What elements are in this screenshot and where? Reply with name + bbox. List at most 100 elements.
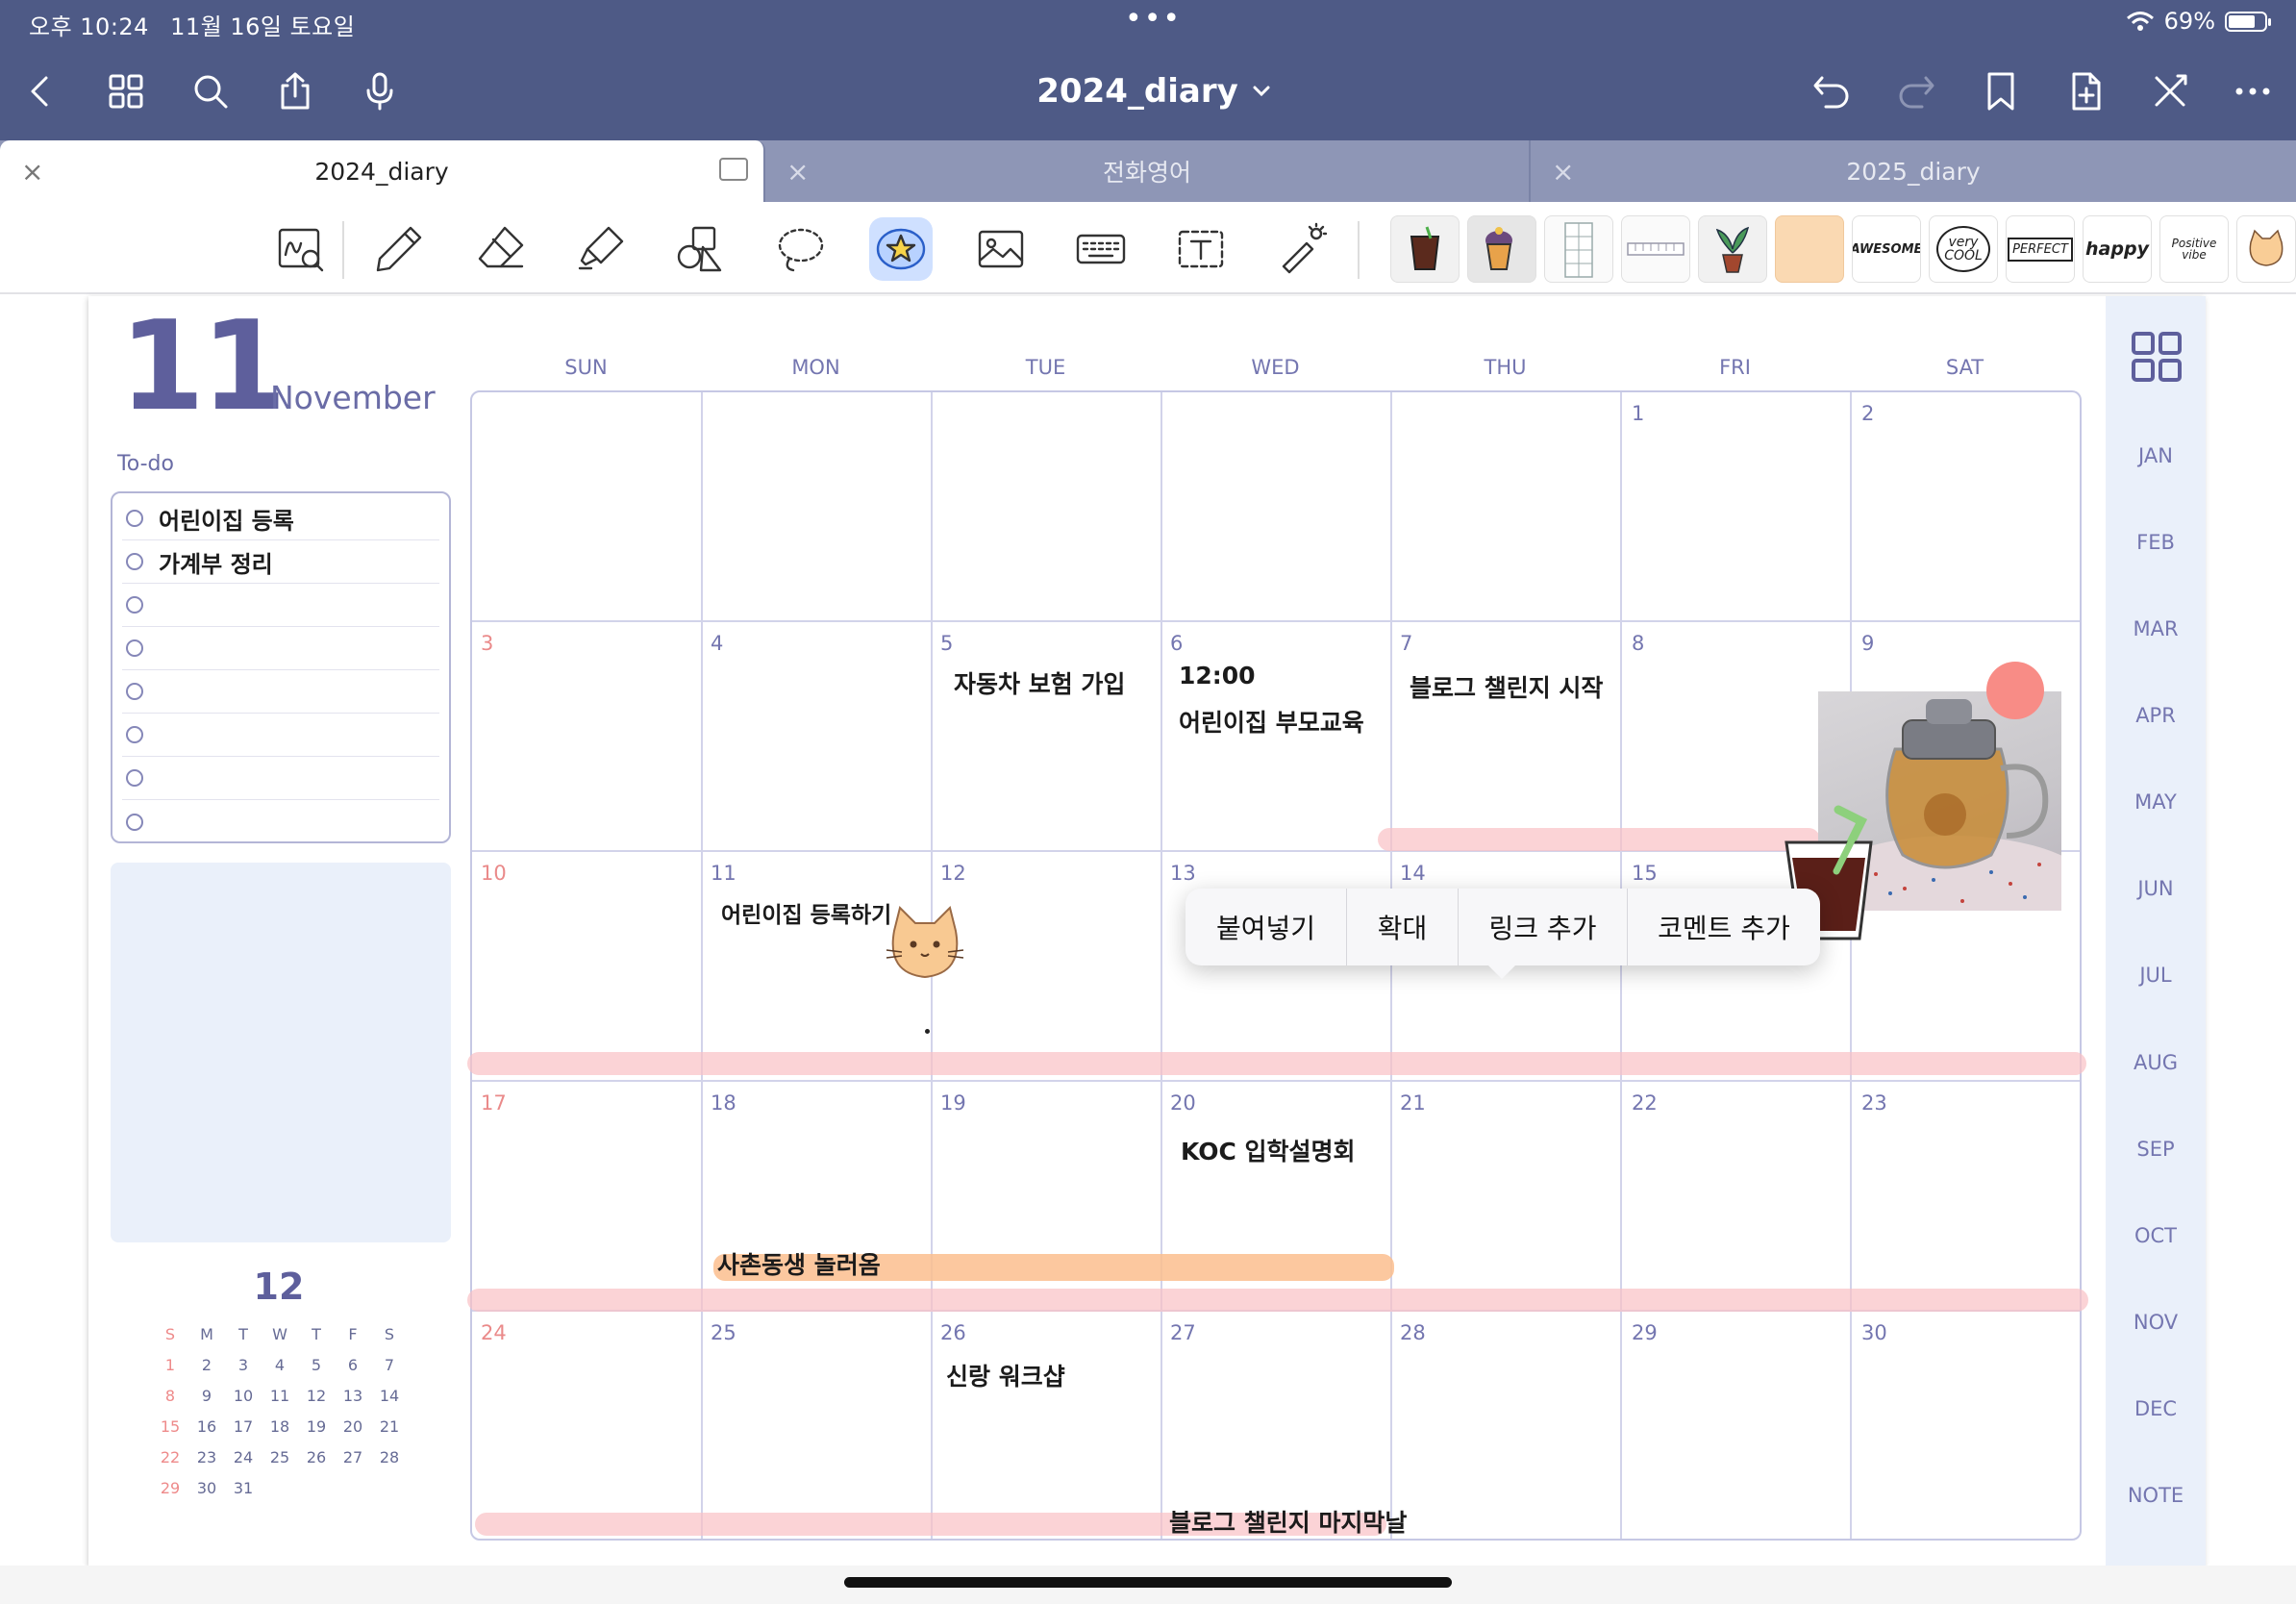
close-icon[interactable]: ×: [21, 156, 43, 188]
overview-grid-icon[interactable]: [2131, 331, 2183, 383]
text-tool-icon[interactable]: [1169, 217, 1233, 281]
todo-item[interactable]: [122, 757, 439, 800]
multitask-dots[interactable]: •••: [1125, 2, 1182, 36]
date-nov-15[interactable]: 15: [1632, 862, 1658, 885]
mini-date[interactable]: 13: [335, 1387, 371, 1417]
tab-2025-diary[interactable]: × 2025_diary: [1531, 140, 2296, 202]
date-nov-28[interactable]: 28: [1400, 1321, 1426, 1344]
month-tab-jul[interactable]: JUL: [2106, 964, 2206, 987]
date-nov-20[interactable]: 20: [1170, 1091, 1196, 1115]
date-nov-8[interactable]: 8: [1632, 632, 1644, 655]
date-nov-4[interactable]: 4: [711, 632, 723, 655]
pen-tool-icon[interactable]: [367, 217, 431, 281]
date-nov-27[interactable]: 27: [1170, 1321, 1196, 1344]
mini-date[interactable]: 1: [152, 1356, 188, 1387]
checkbox-circle-icon[interactable]: [126, 813, 143, 831]
mini-date[interactable]: 30: [188, 1479, 225, 1510]
sticker-awesome[interactable]: AWESOME: [1852, 215, 1921, 283]
sticker-grid-note[interactable]: [1544, 215, 1613, 283]
date-nov-1[interactable]: 1: [1632, 402, 1644, 425]
todo-item[interactable]: [122, 714, 439, 757]
checkbox-circle-icon[interactable]: [126, 769, 143, 787]
month-tab-may[interactable]: MAY: [2106, 790, 2206, 814]
month-calendar-grid[interactable]: [470, 390, 2082, 1541]
close-icon[interactable]: ×: [1552, 156, 1574, 188]
date-nov-2[interactable]: 2: [1861, 402, 1874, 425]
date-nov-19[interactable]: 19: [940, 1091, 966, 1115]
date-nov-3[interactable]: 3: [481, 632, 493, 655]
grid-icon[interactable]: [102, 67, 150, 115]
sticker-positive-vibe[interactable]: Positive vibe: [2159, 215, 2229, 283]
sticker-potted-plant[interactable]: [1698, 215, 1767, 283]
mini-date[interactable]: 11: [262, 1387, 298, 1417]
mini-date[interactable]: 5: [298, 1356, 335, 1387]
mini-date[interactable]: 22: [152, 1448, 188, 1479]
mini-date[interactable]: 16: [188, 1417, 225, 1448]
checkbox-circle-icon[interactable]: [126, 510, 143, 527]
date-nov-30[interactable]: 30: [1861, 1321, 1887, 1344]
checkbox-circle-icon[interactable]: [126, 683, 143, 700]
redo-icon[interactable]: [1892, 67, 1940, 115]
date-nov-13[interactable]: 13: [1170, 862, 1196, 885]
laser-pointer-tool-icon[interactable]: [1269, 217, 1333, 281]
sticker-iced-coffee[interactable]: [1390, 215, 1460, 283]
todo-item[interactable]: [122, 670, 439, 714]
month-tab-sep[interactable]: SEP: [2106, 1138, 2206, 1161]
mini-date[interactable]: 24: [225, 1448, 262, 1479]
shapes-tool-icon[interactable]: [669, 217, 733, 281]
mini-date[interactable]: 15: [152, 1417, 188, 1448]
date-nov-29[interactable]: 29: [1632, 1321, 1658, 1344]
checkbox-circle-icon[interactable]: [126, 639, 143, 657]
sticker-cupcake[interactable]: [1467, 215, 1536, 283]
date-nov-22[interactable]: 22: [1632, 1091, 1658, 1115]
mini-date[interactable]: 26: [298, 1448, 335, 1479]
todo-item[interactable]: 어린이집 등록: [122, 497, 439, 540]
close-icon[interactable]: ×: [786, 156, 809, 188]
month-tab-apr[interactable]: APR: [2106, 704, 2206, 727]
mini-date[interactable]: 2: [188, 1356, 225, 1387]
handwriting-zoom-tool-icon[interactable]: [269, 217, 333, 281]
month-tab-jun[interactable]: JUN: [2106, 877, 2206, 900]
date-nov-23[interactable]: 23: [1861, 1091, 1887, 1115]
month-tab-dec[interactable]: DEC: [2106, 1397, 2206, 1420]
mini-date[interactable]: 8: [152, 1387, 188, 1417]
mini-date[interactable]: 25: [262, 1448, 298, 1479]
todo-item[interactable]: [122, 800, 439, 843]
date-nov-11[interactable]: 11: [711, 862, 736, 885]
mini-date[interactable]: [298, 1479, 335, 1510]
sticker-peach-note[interactable]: [1775, 215, 1844, 283]
sticker-cat[interactable]: [2236, 215, 2296, 283]
sticker-perfect[interactable]: PERFECT: [2006, 215, 2075, 283]
mini-date[interactable]: 18: [262, 1417, 298, 1448]
month-tab-feb[interactable]: FEB: [2106, 531, 2206, 554]
mini-date[interactable]: 6: [335, 1356, 371, 1387]
keyboard-tool-icon[interactable]: [1069, 217, 1133, 281]
sticker-very-cool[interactable]: very COOL: [1929, 215, 1998, 283]
mini-date[interactable]: 29: [152, 1479, 188, 1510]
checkbox-circle-icon[interactable]: [126, 726, 143, 743]
date-nov-25[interactable]: 25: [711, 1321, 736, 1344]
red-circle-sticker[interactable]: [1986, 662, 2044, 719]
highlighter-tool-icon[interactable]: [569, 217, 633, 281]
home-indicator[interactable]: [844, 1577, 1452, 1588]
date-nov-17[interactable]: 17: [481, 1091, 507, 1115]
eraser-tool-icon[interactable]: [469, 217, 533, 281]
month-tab-oct[interactable]: OCT: [2106, 1224, 2206, 1247]
mini-date[interactable]: 17: [225, 1417, 262, 1448]
month-tab-jan[interactable]: JAN: [2106, 444, 2206, 467]
date-nov-18[interactable]: 18: [711, 1091, 736, 1115]
search-icon[interactable]: [187, 67, 235, 115]
mini-date[interactable]: 20: [335, 1417, 371, 1448]
add-page-icon[interactable]: [2061, 67, 2109, 115]
mini-date[interactable]: 14: [371, 1387, 408, 1417]
undo-icon[interactable]: [1808, 67, 1856, 115]
more-icon[interactable]: [2229, 67, 2277, 115]
date-nov-6[interactable]: 6: [1170, 632, 1183, 655]
date-nov-9[interactable]: 9: [1861, 632, 1874, 655]
date-nov-10[interactable]: 10: [481, 862, 507, 885]
sticker-tool-icon[interactable]: [869, 217, 933, 281]
share-icon[interactable]: [271, 67, 319, 115]
checkbox-circle-icon[interactable]: [126, 553, 143, 570]
bookmark-icon[interactable]: [1977, 67, 2025, 115]
menu-item-paste[interactable]: 붙여넣기: [1185, 889, 1347, 965]
